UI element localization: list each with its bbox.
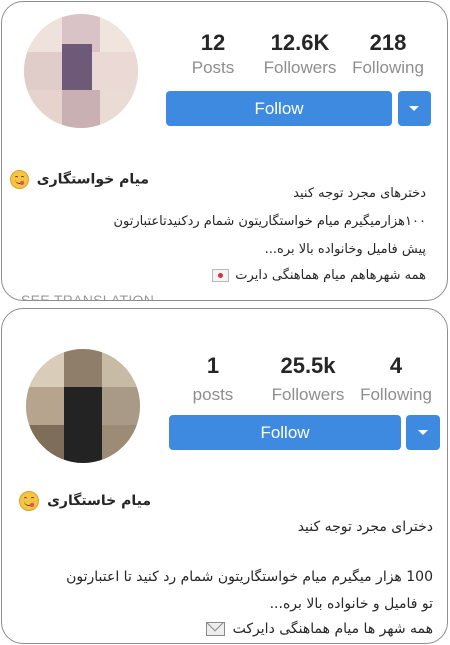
emoji-eye (31, 497, 35, 500)
bio-line-1: دخترهای مجرد توجه کنید (293, 186, 426, 201)
avatar-pixel (24, 52, 62, 90)
profile-name: میام خاستگاری (19, 491, 151, 511)
avatar-pixel (64, 349, 102, 387)
envelope-flap (207, 623, 224, 632)
incoming-envelope-emoji (212, 269, 230, 282)
see-translation-link[interactable]: SEE TRANSLATION (21, 292, 154, 300)
posts-label: posts (192, 385, 234, 404)
following-count: 4 (389, 353, 403, 378)
caret-down-icon (409, 106, 419, 111)
followers-stat[interactable]: 12.6K Followers (257, 30, 343, 78)
avatar-pixel (92, 52, 138, 90)
avatar-pixel (102, 425, 140, 463)
bio-line-4: همه شهرهاهم میام هماهنگی دایرت (212, 268, 426, 283)
bio-line-4-text: همه شهرهاهم میام هماهنگی دایرت (235, 268, 426, 283)
followers-label: Followers (263, 58, 337, 77)
options-dropdown-button[interactable] (406, 415, 440, 450)
followers-count: 25.5k (280, 353, 336, 378)
followers-stat[interactable]: 25.5k Followers (264, 353, 352, 405)
avatar-pixel (26, 425, 64, 463)
yum-face-emoji (9, 170, 29, 189)
posts-stat[interactable]: 1 posts (182, 353, 244, 405)
bio-line-3: پیش فامیل وخانواده بالا بره... (264, 242, 426, 257)
profile-avatar-2[interactable] (26, 349, 140, 463)
following-label: Following (360, 385, 432, 404)
envelope-seal (218, 273, 224, 278)
follow-button[interactable]: Follow (166, 91, 392, 126)
avatar-pixel (100, 14, 138, 52)
bio-line-3: تو فامیل و خانواده بالا بره... (269, 596, 433, 612)
profile-name-text: میام خاستگاری (47, 493, 151, 509)
avatar-pixel (102, 387, 140, 425)
options-dropdown-button[interactable] (398, 91, 431, 126)
bio-line-2: ۱۰۰هزارمیگیرم میام خواستگاریتون شمام ردک… (113, 214, 426, 229)
yum-face-emoji (19, 491, 40, 511)
avatar-pixel (62, 90, 100, 128)
emoji-eye (24, 497, 28, 500)
bio-line-1: دخترای مجرد توجه کنید (297, 519, 433, 535)
following-label: Following (352, 58, 424, 77)
avatar-pixel (100, 90, 138, 128)
avatar-pixel (24, 90, 62, 128)
posts-count: 12 (200, 30, 226, 55)
profile-card-2: 1 posts 25.5k Followers 4 Following Foll… (1, 308, 448, 644)
envelope-emoji (206, 622, 226, 636)
bio-line-2: 100 هزار میگیرم میام خواستگاریتون شمام ر… (66, 569, 433, 585)
bio-line-4-text: همه شهر ها میام هماهنگی دایرکت (232, 621, 433, 637)
avatar-pixel (64, 387, 102, 463)
avatar-pixel (26, 387, 64, 425)
avatar-pixel (26, 349, 64, 387)
avatar-pixel (62, 44, 92, 92)
emoji-tongue (30, 503, 35, 507)
emoji-tongue (19, 181, 24, 185)
posts-count: 1 (206, 353, 220, 378)
avatar-pixel (102, 349, 140, 387)
caret-down-icon (418, 430, 428, 435)
avatar-pixel (24, 14, 62, 52)
following-stat[interactable]: 218 Following (348, 30, 428, 78)
following-count: 218 (369, 30, 407, 55)
profile-name: میام خواستگاری (9, 170, 149, 189)
following-stat[interactable]: 4 Following (356, 353, 436, 405)
posts-stat[interactable]: 12 Posts (182, 30, 244, 78)
profile-card-1: 12 Posts 12.6K Followers 218 Following F… (1, 1, 448, 301)
followers-count: 12.6K (270, 30, 330, 55)
profile-name-text: میام خواستگاری (36, 171, 149, 188)
posts-label: Posts (191, 58, 235, 77)
profile-avatar-1[interactable] (24, 14, 138, 128)
followers-label: Followers (271, 385, 345, 404)
bio-line-4: همه شهر ها میام هماهنگی دایرکت (206, 621, 433, 637)
follow-button[interactable]: Follow (169, 415, 401, 450)
